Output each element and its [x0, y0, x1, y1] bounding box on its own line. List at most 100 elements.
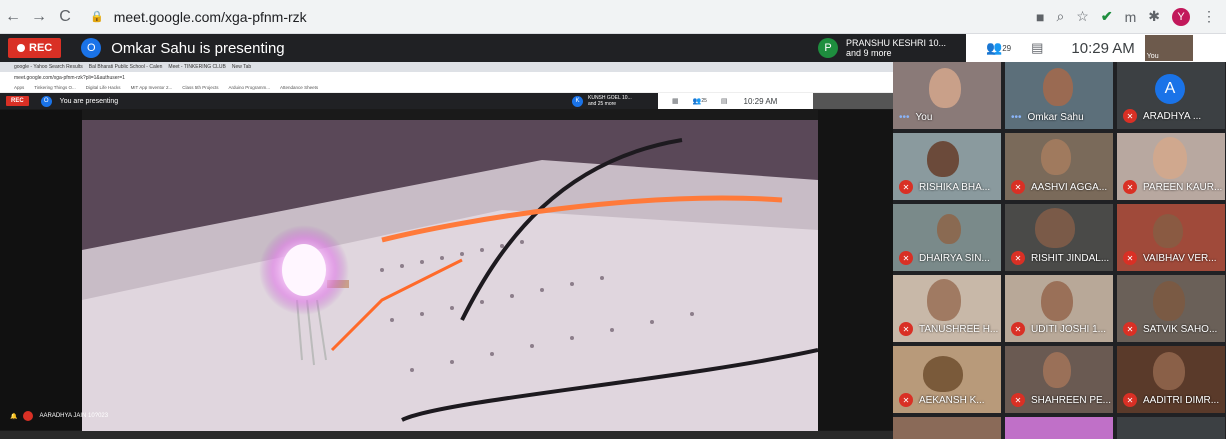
- more-icon[interactable]: •••: [899, 112, 910, 123]
- tile-label: ••• You: [899, 112, 932, 123]
- people-icon[interactable]: 👥: [986, 40, 1002, 56]
- inner-participant-avatar: K: [572, 95, 583, 107]
- inner-bookmarks: Apps Tinkering Things O... Digital Life …: [0, 83, 893, 93]
- participant-tile[interactable]: ••• You: [893, 62, 1001, 129]
- inner-tab-strip: google - Yahoo Search Results Bal Bharat…: [0, 62, 893, 72]
- inner-participant-text: KUNSH GOEL 10... and 25 more: [588, 95, 632, 107]
- extension-icon[interactable]: m: [1125, 9, 1137, 25]
- participant-name: Omkar Sahu: [1027, 112, 1084, 123]
- tile-label: ✕ ARADHYA ...: [1123, 109, 1201, 123]
- forward-icon[interactable]: →: [26, 8, 52, 26]
- lock-icon: 🔒: [90, 11, 104, 23]
- participant-tile[interactable]: ✕ AEKANSH K...: [893, 346, 1001, 413]
- menu-icon[interactable]: ⋮: [1202, 8, 1216, 25]
- bookmark: Arduino Programm...: [228, 85, 271, 90]
- puzzle-icon[interactable]: ✱: [1148, 8, 1160, 25]
- camera-icon[interactable]: ■: [1036, 9, 1044, 25]
- participant-tile[interactable]: [893, 417, 1001, 439]
- bookmark: Tinkering Things O...: [34, 85, 76, 90]
- tile-label: ✕ SATVIK SAHO...: [1123, 322, 1217, 336]
- participant-tile[interactable]: A ✕ ARADHYA ...: [1117, 62, 1225, 129]
- rec-dot-icon: [17, 44, 25, 52]
- mic-off-icon: ✕: [1123, 322, 1137, 336]
- participant-video: [1153, 214, 1183, 248]
- chat-icon[interactable]: ▤: [1031, 40, 1043, 56]
- tile-label: ✕ AASHVI AGGA...: [1011, 180, 1107, 194]
- mic-off-icon: ✕: [1011, 322, 1025, 336]
- participant-video: [1043, 68, 1073, 106]
- more-icon[interactable]: •••: [1011, 112, 1022, 123]
- participant-avatar: P: [818, 38, 838, 58]
- participant-tile[interactable]: ✕ VAIBHAV VER...: [1117, 204, 1225, 271]
- participant-tile[interactable]: ✕ SATVIK SAHO...: [1117, 275, 1225, 342]
- people-count: 29: [1002, 43, 1012, 53]
- participant-tile[interactable]: ✕ SHAHREEN PE...: [1005, 346, 1113, 413]
- inner-presenting-text: You are presenting: [59, 97, 119, 105]
- inner-participant-line2: and 25 more: [588, 101, 617, 107]
- participant-tile[interactable]: ✕ TANUSHREE H...: [893, 275, 1001, 342]
- participant-tile[interactable]: ✕ AADITRI DIMR...: [1117, 346, 1225, 413]
- browser-toolbar: ← → C 🔒 meet.google.com/xga-pfnm-rzk ■ ⌕…: [0, 0, 1226, 34]
- zoom-icon[interactable]: ⌕: [1056, 8, 1064, 25]
- inner-rec-badge: REC: [6, 96, 29, 106]
- participant-tile[interactable]: ✕ PAREEN KAUR...: [1117, 133, 1225, 200]
- participant-tile[interactable]: ✕ AASHVI AGGA...: [1005, 133, 1113, 200]
- bottom-controls-strip: [0, 431, 893, 439]
- star-icon[interactable]: ☆: [1076, 8, 1089, 25]
- tile-label: ••• Omkar Sahu: [1011, 112, 1084, 123]
- check-icon[interactable]: ✔: [1101, 8, 1113, 25]
- participant-video: [1153, 137, 1187, 179]
- participant-name: RISHIT JINDAL...: [1031, 252, 1110, 264]
- participant-name: UDITI JOSHI 1...: [1031, 323, 1107, 335]
- participant-tile[interactable]: ✕ RISHIKA BHA...: [893, 133, 1001, 200]
- inner-tab: New Tab: [231, 64, 252, 70]
- participant-video: [937, 214, 961, 244]
- participant-name: SATVIK SAHO...: [1143, 323, 1218, 335]
- inner-address-bar: meet.google.com/xga-pfnm-rzk?pli=1&authu…: [0, 72, 893, 83]
- reload-icon[interactable]: C: [52, 8, 78, 26]
- participant-tile[interactable]: [1117, 417, 1225, 439]
- bottom-participant: 🔔 AARADHYA JAIN 10?023: [10, 411, 108, 421]
- bookmark: Class 5th Projects: [182, 85, 219, 90]
- participant-video: [1041, 281, 1073, 321]
- participant-name: You: [915, 112, 933, 123]
- address-bar[interactable]: 🔒 meet.google.com/xga-pfnm-rzk: [84, 4, 929, 29]
- rec-badge[interactable]: REC: [8, 38, 62, 58]
- camera-feed: [82, 120, 818, 431]
- participant-video: [927, 279, 961, 321]
- inner-thumbnails: [813, 93, 893, 109]
- tile-label: ✕ SHAHREEN PE...: [1011, 393, 1111, 407]
- mic-off-icon: ✕: [899, 393, 913, 407]
- back-icon[interactable]: ←: [0, 8, 26, 26]
- tile-label: ✕ TANUSHREE H...: [899, 322, 998, 336]
- profile-avatar[interactable]: Y: [1172, 7, 1190, 26]
- participant-video: [1043, 352, 1071, 388]
- mic-off-icon: ✕: [1011, 251, 1025, 265]
- participant-tile[interactable]: ••• Omkar Sahu: [1005, 62, 1113, 129]
- participant-tile[interactable]: ✕ DHAIRYA SIN...: [893, 204, 1001, 271]
- presenter-avatar: O: [81, 38, 102, 58]
- screen-right-margin: [818, 110, 893, 430]
- participant-name: ARADHYA ...: [1143, 110, 1202, 122]
- participant-name: AEKANSH K...: [919, 394, 985, 406]
- bookmark: Attendance Sheets: [280, 85, 319, 90]
- clock-time: 10:29 AM: [1071, 39, 1135, 57]
- tile-label: ✕ AADITRI DIMR...: [1123, 393, 1219, 407]
- inner-presenter-avatar: O: [40, 95, 52, 107]
- inner-clock: 10:29 AM: [743, 96, 778, 106]
- participant-tile[interactable]: ✕ UDITI JOSHI 1...: [1005, 275, 1113, 342]
- rec-label: REC: [29, 42, 53, 54]
- mic-off-icon: ✕: [1123, 109, 1137, 123]
- participant-name: RISHIKA BHA...: [919, 181, 991, 193]
- mic-off-icon: ✕: [1123, 251, 1137, 265]
- participant-video: [927, 141, 959, 177]
- inner-tab: google - Yahoo Search Results: [14, 64, 83, 70]
- self-thumbnail[interactable]: You: [1144, 35, 1193, 61]
- participant-initial-avatar: A: [1155, 74, 1185, 104]
- participant-summary: P PRANSHU KESHRI 10... and 9 more: [818, 34, 946, 62]
- participant-tile[interactable]: ✕ RISHIT JINDAL...: [1005, 204, 1113, 271]
- mic-off-icon: ✕: [1011, 393, 1025, 407]
- participant-tile[interactable]: [1005, 417, 1113, 439]
- mic-off-icon: ✕: [1123, 180, 1137, 194]
- inner-chat-icon: ▤: [720, 98, 728, 105]
